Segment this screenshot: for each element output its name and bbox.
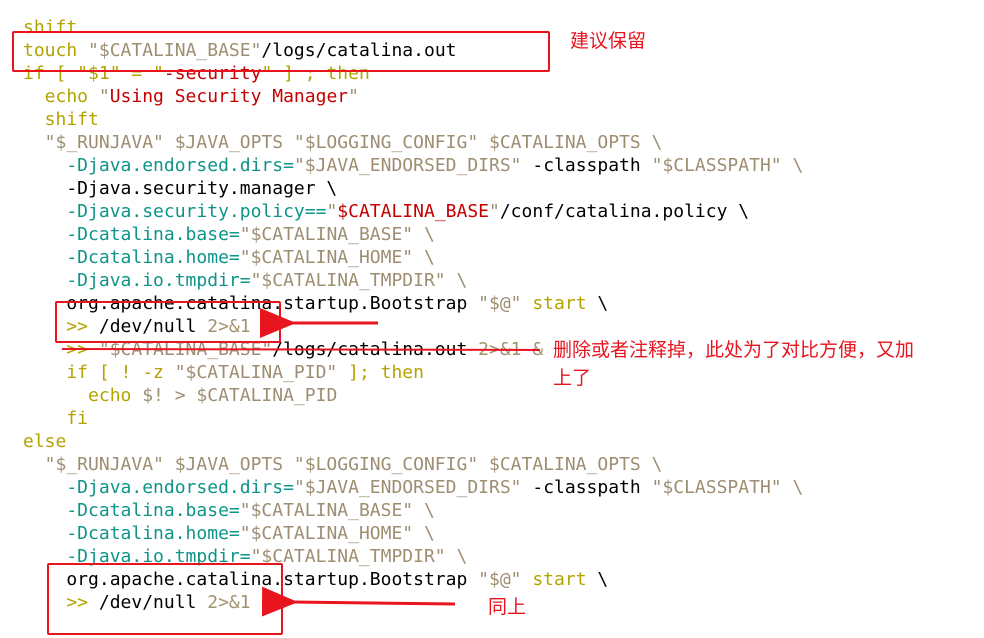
keep-note: 建议保留: [570, 30, 647, 52]
delete-note-line2: 上了: [553, 367, 592, 389]
arrow-to-devnull-else: [261, 586, 456, 617]
annotation-arrows: [61, 308, 541, 617]
strikethrough-line: [61, 348, 541, 351]
delete-note-line1: 删除或者注释掉，此处为了对比方便，又加: [553, 339, 915, 361]
same-note: 同上: [488, 596, 527, 618]
